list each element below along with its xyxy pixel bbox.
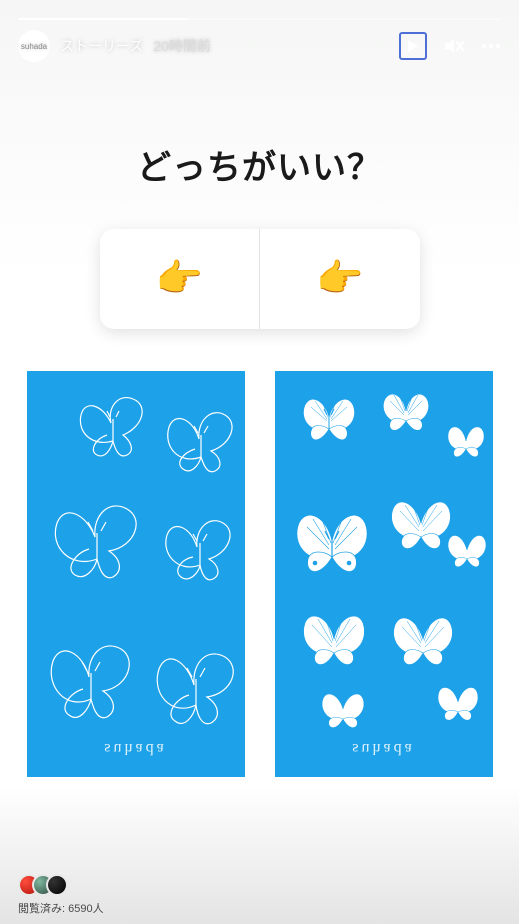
design-card-right: suhada (275, 371, 493, 777)
brand-label-right: suhada (287, 737, 481, 765)
story-header: suhada ストーリーズ 20時間前 (18, 30, 501, 62)
story-footer[interactable]: 閲覧済み: 6590人 (18, 874, 104, 916)
progress-track (18, 18, 501, 20)
brand-label-left: suhada (39, 737, 233, 765)
viewer-avatar-3 (46, 874, 68, 896)
story-content: どっちがいい？ 👉 👉 (0, 80, 519, 864)
mute-button[interactable] (443, 36, 465, 56)
design-card-left: suhada (27, 371, 245, 777)
poll-option-right[interactable]: 👉 (260, 229, 420, 329)
story-timestamp: 20時間前 (153, 36, 211, 56)
mute-icon (443, 36, 465, 56)
author-avatar[interactable]: suhada (18, 30, 50, 62)
more-icon (481, 43, 501, 49)
progress-fill (18, 18, 187, 20)
story-container: suhada ストーリーズ 20時間前 (0, 0, 519, 924)
story-controls (399, 32, 501, 60)
design-options: suhada (27, 371, 493, 777)
views-count-label: 閲覧済み: 6590人 (18, 900, 104, 916)
poll-option-left[interactable]: 👉 (100, 229, 261, 329)
design-art-right (287, 383, 481, 737)
viewer-avatars (18, 874, 104, 896)
design-art-left (39, 383, 233, 737)
author-username[interactable]: ストーリーズ (60, 36, 143, 56)
play-icon (407, 39, 419, 53)
more-button[interactable] (481, 43, 501, 49)
play-button[interactable] (399, 32, 427, 60)
poll-widget: 👉 👉 (100, 229, 420, 329)
poll-question: どっちがいい？ (137, 140, 382, 189)
